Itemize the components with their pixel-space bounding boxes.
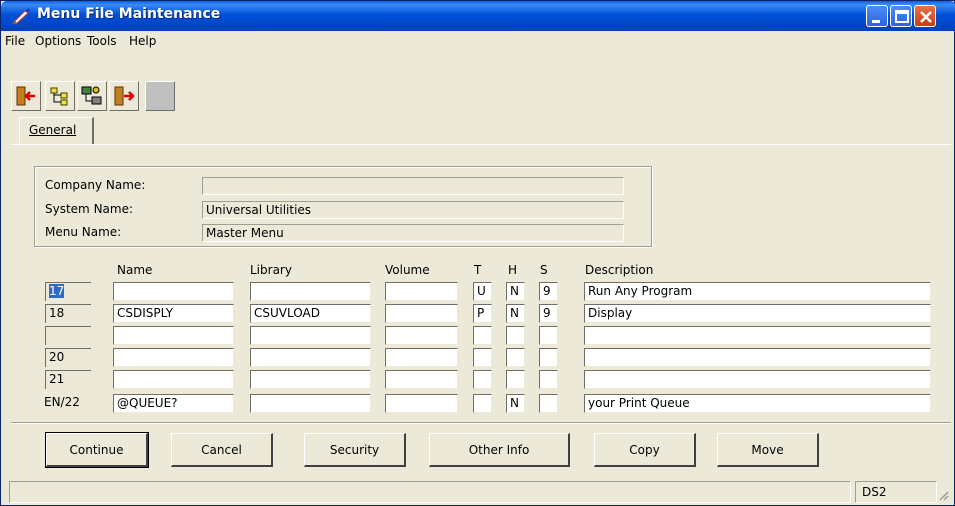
close-button[interactable] bbox=[914, 5, 936, 27]
h-cell[interactable] bbox=[506, 348, 525, 367]
row-number-text: 21 bbox=[49, 372, 65, 386]
volume-cell[interactable] bbox=[385, 394, 458, 413]
s-cell[interactable]: 9 bbox=[539, 304, 558, 323]
row-number-text: 17 bbox=[49, 284, 65, 298]
separator bbox=[11, 422, 951, 424]
app-pen-icon bbox=[11, 7, 31, 25]
h-cell[interactable]: N bbox=[506, 304, 525, 323]
s-cell[interactable] bbox=[539, 326, 558, 345]
t-cell[interactable]: P bbox=[473, 304, 492, 323]
menu-bar: File Options Tools Help bbox=[5, 31, 951, 53]
network-button[interactable] bbox=[77, 81, 107, 111]
col-header-description: Description bbox=[585, 263, 654, 277]
name-cell[interactable]: @QUEUE? bbox=[113, 394, 234, 413]
tab-panel-border bbox=[11, 144, 951, 145]
row-number[interactable]: 21 bbox=[45, 370, 91, 389]
col-header-volume: Volume bbox=[385, 263, 430, 277]
window-title: Menu File Maintenance bbox=[37, 6, 221, 22]
name-cell[interactable] bbox=[113, 282, 234, 301]
description-cell[interactable]: your Print Queue bbox=[584, 394, 931, 413]
menu-name-field: Master Menu bbox=[202, 224, 624, 242]
status-bar: DS2 bbox=[5, 479, 951, 503]
row-number[interactable]: 18 bbox=[45, 304, 91, 323]
cancel-button[interactable]: Cancel bbox=[171, 433, 273, 467]
name-cell[interactable] bbox=[113, 348, 234, 367]
app-window: Menu File Maintenance File Options Tools… bbox=[0, 0, 955, 506]
row-number[interactable]: 17 bbox=[45, 282, 91, 301]
maximize-button[interactable] bbox=[890, 5, 912, 27]
resize-grip-icon[interactable] bbox=[937, 489, 949, 501]
description-cell[interactable]: Run Any Program bbox=[584, 282, 931, 301]
h-cell[interactable]: N bbox=[506, 394, 525, 413]
library-cell[interactable] bbox=[250, 326, 371, 345]
name-cell[interactable] bbox=[113, 326, 234, 345]
library-cell[interactable]: CSUVLOAD bbox=[250, 304, 371, 323]
description-cell[interactable]: Display bbox=[584, 304, 931, 323]
s-cell[interactable]: 9 bbox=[539, 282, 558, 301]
tab-general[interactable]: General bbox=[19, 117, 94, 144]
h-cell[interactable] bbox=[506, 370, 525, 389]
status-pane-main bbox=[9, 481, 851, 503]
header-group: Company Name: System Name: Universal Uti… bbox=[34, 166, 652, 247]
company-name-label: Company Name: bbox=[45, 178, 146, 192]
system-name-label: System Name: bbox=[45, 202, 134, 216]
volume-cell[interactable] bbox=[385, 282, 458, 301]
s-cell[interactable] bbox=[539, 348, 558, 367]
exit-button[interactable] bbox=[11, 81, 41, 111]
col-header-name: Name bbox=[117, 263, 153, 277]
t-cell[interactable] bbox=[473, 348, 492, 367]
col-header-s: S bbox=[540, 263, 548, 277]
library-cell[interactable] bbox=[250, 348, 371, 367]
name-cell[interactable] bbox=[113, 370, 234, 389]
row-number-text: 18 bbox=[49, 306, 65, 320]
system-name-field: Universal Utilities bbox=[202, 201, 624, 219]
row-number-text: EN/22 bbox=[44, 395, 80, 409]
row-number[interactable]: 20 bbox=[45, 348, 91, 367]
menu-name-label: Menu Name: bbox=[45, 225, 122, 239]
copy-button[interactable]: Copy bbox=[594, 433, 696, 467]
col-header-library: Library bbox=[250, 263, 292, 277]
continue-button[interactable]: Continue bbox=[45, 432, 149, 468]
menu-help[interactable]: Help bbox=[129, 34, 156, 48]
t-cell[interactable] bbox=[473, 326, 492, 345]
tab-general-label: General bbox=[29, 123, 77, 137]
minimize-button[interactable] bbox=[866, 5, 888, 27]
menu-file[interactable]: File bbox=[5, 34, 25, 48]
t-cell[interactable]: U bbox=[473, 282, 492, 301]
volume-cell[interactable] bbox=[385, 370, 458, 389]
h-cell[interactable] bbox=[506, 326, 525, 345]
row-number-text: 20 bbox=[49, 350, 65, 364]
volume-cell[interactable] bbox=[385, 304, 458, 323]
s-cell[interactable] bbox=[539, 370, 558, 389]
h-cell[interactable]: N bbox=[506, 282, 525, 301]
col-header-t: T bbox=[474, 263, 482, 277]
company-name-field bbox=[202, 177, 624, 195]
t-cell[interactable] bbox=[473, 370, 492, 389]
library-cell[interactable] bbox=[250, 282, 371, 301]
description-cell[interactable] bbox=[584, 348, 931, 367]
row-number: EN/22 bbox=[41, 394, 101, 413]
title-bar[interactable]: Menu File Maintenance bbox=[1, 1, 955, 31]
col-header-h: H bbox=[508, 263, 518, 277]
blank-button[interactable] bbox=[145, 81, 175, 111]
s-cell[interactable] bbox=[539, 394, 558, 413]
row-number[interactable] bbox=[45, 326, 91, 345]
tree-button[interactable] bbox=[45, 81, 75, 111]
description-cell[interactable] bbox=[584, 326, 931, 345]
description-cell[interactable] bbox=[584, 370, 931, 389]
t-cell[interactable] bbox=[473, 394, 492, 413]
security-button[interactable]: Security bbox=[304, 433, 406, 467]
library-cell[interactable] bbox=[250, 370, 371, 389]
name-cell[interactable]: CSDISPLY bbox=[113, 304, 234, 323]
next-button[interactable] bbox=[109, 81, 139, 111]
menu-options[interactable]: Options bbox=[35, 34, 81, 48]
status-pane-ds: DS2 bbox=[855, 481, 937, 503]
menu-tools[interactable]: Tools bbox=[87, 34, 117, 48]
other-info-button[interactable]: Other Info bbox=[429, 433, 570, 467]
move-button[interactable]: Move bbox=[717, 433, 819, 467]
volume-cell[interactable] bbox=[385, 348, 458, 367]
library-cell[interactable] bbox=[250, 394, 371, 413]
volume-cell[interactable] bbox=[385, 326, 458, 345]
